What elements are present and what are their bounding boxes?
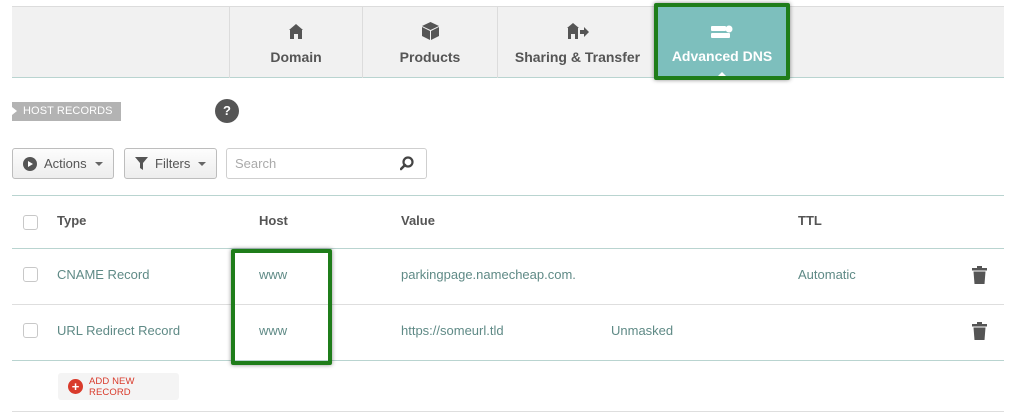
record-type[interactable]: URL Redirect Record (57, 323, 180, 338)
row-checkbox[interactable] (23, 323, 38, 338)
select-all-checkbox[interactable] (23, 215, 38, 230)
host-records-label: HOST RECORDS (12, 102, 121, 121)
row-divider (12, 304, 1004, 305)
record-ttl[interactable]: Automatic (798, 267, 856, 282)
filters-dropdown-button[interactable]: Filters (124, 148, 217, 179)
tab-domain[interactable]: Domain (229, 7, 362, 78)
table-bottom-border (12, 360, 1004, 361)
filters-label: Filters (155, 156, 191, 171)
table-header-border (12, 248, 1004, 249)
column-header-type: Type (57, 213, 87, 228)
plus-circle-icon: + (68, 379, 83, 394)
add-new-record-button[interactable]: + ADD NEW RECORD (58, 373, 179, 400)
search-icon[interactable] (399, 156, 414, 176)
actions-dropdown-button[interactable]: Actions (12, 148, 114, 179)
column-header-value: Value (401, 213, 435, 228)
column-header-host: Host (259, 213, 288, 228)
filter-icon (135, 157, 148, 170)
home-transfer-icon (566, 22, 589, 40)
record-extra[interactable]: Unmasked (611, 323, 673, 338)
box-icon (421, 22, 439, 40)
trash-icon[interactable] (972, 266, 987, 289)
record-value[interactable]: https://someurl.tld (401, 323, 504, 338)
record-host[interactable]: www (259, 323, 287, 338)
trash-icon[interactable] (972, 322, 987, 345)
active-tab-caret (715, 72, 729, 79)
actions-label: Actions (44, 156, 87, 171)
tab-divider (787, 7, 788, 78)
column-header-ttl: TTL (798, 213, 822, 228)
record-host[interactable]: www (259, 267, 287, 282)
tab-label: Products (399, 49, 461, 65)
footer-border (12, 411, 1004, 412)
tab-label: Advanced DNS (671, 48, 773, 64)
table-top-border (12, 195, 1004, 196)
tab-sharing-transfer[interactable]: Sharing & Transfer (497, 7, 657, 78)
home-icon (289, 22, 303, 40)
play-circle-icon (23, 156, 37, 171)
add-new-record-label: ADD NEW RECORD (88, 375, 135, 398)
tab-label: Domain (270, 49, 322, 65)
chevron-down-icon (94, 161, 103, 166)
tab-advanced-dns[interactable]: Advanced DNS (657, 7, 787, 79)
search-input[interactable] (227, 149, 387, 178)
dns-server-icon (711, 23, 733, 41)
help-icon[interactable]: ? (215, 99, 239, 123)
tab-products[interactable]: Products (362, 7, 497, 78)
domain-tabs-bar: Domain Products Sharing & Transfer Advan… (12, 6, 1004, 79)
search-box (226, 148, 427, 179)
row-checkbox[interactable] (23, 267, 38, 282)
record-value[interactable]: parkingpage.namecheap.com. (401, 267, 576, 282)
chevron-down-icon (198, 161, 207, 166)
record-type[interactable]: CNAME Record (57, 267, 149, 282)
tab-label: Sharing & Transfer (514, 49, 641, 65)
